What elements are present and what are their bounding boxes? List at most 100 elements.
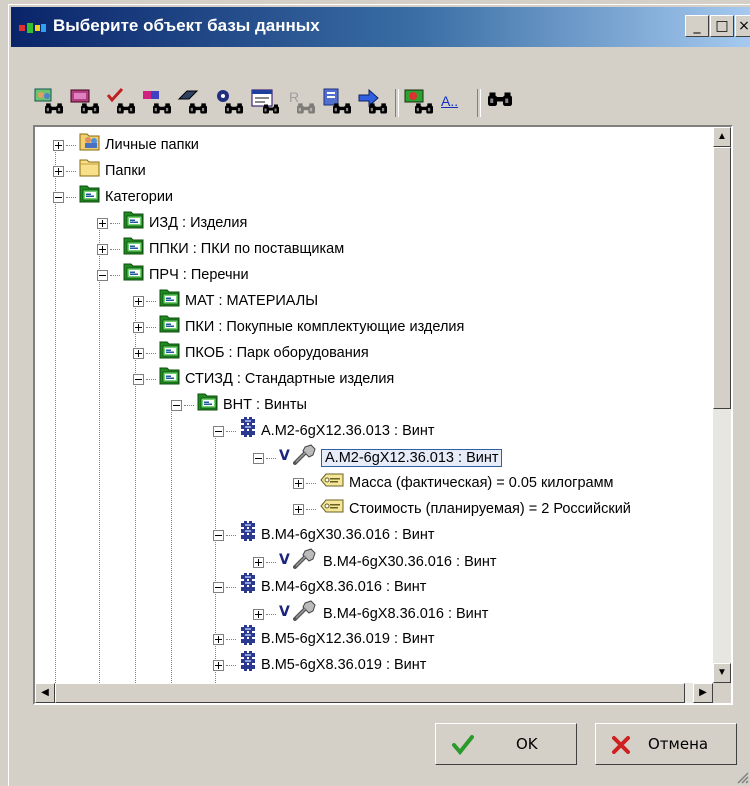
expand-icon[interactable] [213,659,224,671]
vertical-scroll-thumb[interactable] [713,147,731,409]
expand-icon[interactable] [53,165,64,177]
tree-node-label[interactable]: В.М4-6gX8.36.016 : Винт [261,579,426,595]
tree-node[interactable]: Стоимость (планируемая) = 2 Российский [293,495,631,521]
tree-node[interactable]: ПРЧ : Перечни [97,261,249,287]
maximize-button[interactable]: □ [710,15,734,37]
binoculars-users-icon [34,88,63,114]
find-users-button[interactable] [33,87,65,117]
find-settings-button[interactable] [213,87,245,117]
collapse-icon[interactable] [171,399,182,411]
collapse-icon[interactable] [253,452,264,464]
text-filter-button[interactable]: A.. [439,87,471,117]
find-folders-button[interactable] [69,87,101,117]
tree-connector [146,352,156,354]
tree-node[interactable]: Масса (фактическая) = 0.05 килограмм [293,469,614,495]
find-button[interactable] [403,87,435,117]
vertical-scrollbar[interactable]: ▲ ▼ [713,127,731,683]
collapse-icon[interactable] [133,373,144,385]
expand-icon[interactable] [213,633,224,645]
find-links-button[interactable] [357,87,389,117]
tree-node-label[interactable]: ИЗД : Изделия [149,215,247,231]
tree-node-label[interactable]: ВНТ : Винты [223,397,307,413]
tree-node-label[interactable]: ППКИ : ПКИ по поставщикам [149,241,344,257]
tree-node[interactable]: Личные папки [53,131,199,157]
tree-node-label[interactable]: МАТ : МАТЕРИАЛЫ [185,293,318,309]
tree-node-label[interactable]: ПРЧ : Перечни [149,267,249,283]
collapse-icon[interactable] [213,529,224,541]
tree-guide-line [99,225,100,683]
tree-node[interactable]: В.М4-6gX8.36.016 : Винт [213,573,426,599]
find-checked-button[interactable] [105,87,137,117]
tree-node[interactable]: V А.М2-6gX12.36.013 : Винт [253,443,503,469]
expand-icon[interactable] [253,556,264,568]
collapse-icon[interactable] [213,425,224,437]
tree-connector [266,613,276,615]
close-button[interactable]: × [735,15,750,37]
scroll-down-button[interactable]: ▼ [713,663,731,683]
collapse-icon[interactable] [213,581,224,593]
tree-node[interactable]: Папки [53,157,146,183]
tree-node-label[interactable]: Личные папки [105,137,199,153]
horizontal-scroll-thumb[interactable] [55,683,685,703]
expand-icon[interactable] [253,608,264,620]
expand-icon[interactable] [97,217,108,229]
tree-node-label[interactable]: Папки [105,163,146,179]
find-objects-button[interactable] [141,87,173,117]
find-references-button[interactable]: R [285,87,317,117]
tree-node-label[interactable]: В.М4-6gX8.36.016 : Винт [323,606,488,622]
tree-node[interactable]: ИЗД : Изделия [97,209,247,235]
horizontal-scrollbar[interactable]: ◀ ▶ [35,683,713,703]
expand-icon[interactable] [97,243,108,255]
expand-icon[interactable] [293,503,304,515]
title-bar[interactable]: Выберите объект базы данных _ □ × [11,7,750,47]
tree-node[interactable]: ППКИ : ПКИ по поставщикам [97,235,344,261]
resize-grip[interactable] [735,770,749,784]
tree-view[interactable]: Личные папки Папки Категории ИЗД : Изделия П… [35,127,713,683]
toolbar-separator [477,89,481,117]
expand-icon[interactable] [133,321,144,333]
collapse-icon[interactable] [53,191,64,203]
scroll-up-button[interactable]: ▲ [713,127,731,147]
find-blocks-button[interactable] [177,87,209,117]
find-documents-button[interactable] [321,87,353,117]
minimize-button[interactable]: _ [685,15,709,37]
search-button[interactable] [485,87,517,117]
tree-node[interactable]: В.М5-6gX12.36.019 : Винт [213,625,434,651]
scroll-left-button[interactable]: ◀ [35,683,55,703]
tree-connector [306,482,316,484]
find-forms-button[interactable] [249,87,281,117]
tree-node-label[interactable]: СТИЗД : Стандартные изделия [185,371,394,387]
tree-node[interactable]: ПКИ : Покупные комплектующие изделия [133,313,464,339]
object-tree[interactable]: Личные папки Папки Категории ИЗД : Изделия П… [33,125,733,705]
tree-node[interactable]: В.М4-6gX30.36.016 : Винт [213,521,434,547]
tree-node[interactable]: V В.М4-6gX30.36.016 : Винт [253,547,496,573]
category-folder-icon [79,183,101,211]
tree-node[interactable]: ВНТ : Винты [171,391,307,417]
tree-node-label[interactable]: В.М4-6gX30.36.016 : Винт [323,554,496,570]
expand-icon[interactable] [293,477,304,489]
expand-icon[interactable] [133,347,144,359]
tree-node-label[interactable]: В.М5-6gX8.36.019 : Винт [261,657,426,673]
cancel-button[interactable]: Отмена [595,723,737,765]
scroll-right-button[interactable]: ▶ [693,683,713,703]
tree-node-label[interactable]: Масса (фактическая) = 0.05 килограмм [349,475,614,491]
tree-node[interactable]: ПКОБ : Парк оборудования [133,339,369,365]
tree-node[interactable]: Категории [53,183,173,209]
tree-node-label[interactable]: ПКОБ : Парк оборудования [185,345,369,361]
tree-node-label[interactable]: Категории [105,189,173,205]
collapse-icon[interactable] [97,269,108,281]
tree-node[interactable]: В.М5-6gX8.36.019 : Винт [213,651,426,677]
tree-node[interactable]: МАТ : МАТЕРИАЛЫ [133,287,318,313]
expand-icon[interactable] [53,139,64,151]
ok-button[interactable]: OK [435,723,577,765]
tree-node-label[interactable]: Стоимость (планируемая) = 2 Российский [349,501,631,517]
tree-node-label[interactable]: В.М5-6gX12.36.019 : Винт [261,631,434,647]
tree-node-label[interactable]: В.М4-6gX30.36.016 : Винт [261,527,434,543]
tree-node[interactable]: А.М2-6gX12.36.013 : Винт [213,417,434,443]
tree-node[interactable]: СТИЗД : Стандартные изделия [133,365,394,391]
tree-node-label[interactable]: ПКИ : Покупные комплектующие изделия [185,319,464,335]
expand-icon[interactable] [133,295,144,307]
tree-node[interactable]: V В.М4-6gX8.36.016 : Винт [253,599,488,625]
tree-node-label[interactable]: А.М2-6gX12.36.013 : Винт [261,423,434,439]
tree-node-label[interactable]: А.М2-6gX12.36.013 : Винт [321,448,503,467]
